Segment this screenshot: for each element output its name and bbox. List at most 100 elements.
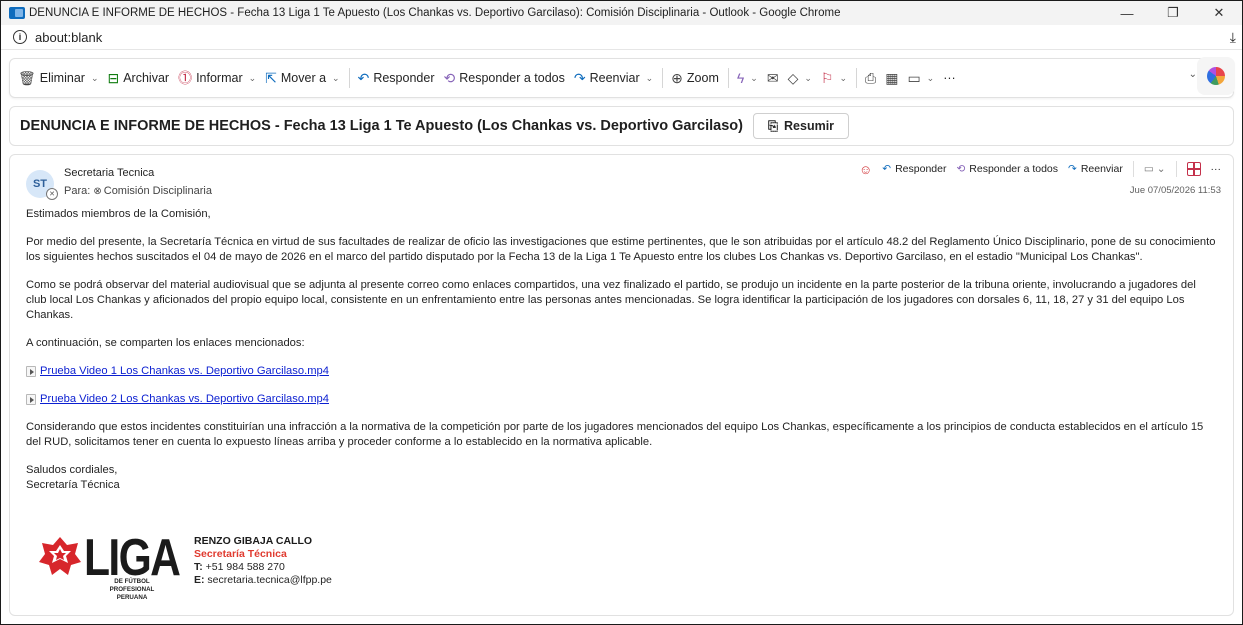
- message-toolbar: 🗑 Eliminar ⌄ ⊟ Archivar ⓵ Informar ⌄ ⇱ M…: [9, 57, 1235, 98]
- sender-name[interactable]: Secretaria Tecnica: [64, 167, 154, 179]
- more-label: ···: [943, 71, 956, 85]
- copilot-icon: [1207, 67, 1225, 85]
- closing: Saludos cordiales,: [26, 464, 118, 476]
- apps-icon[interactable]: [1186, 162, 1201, 176]
- reply-button[interactable]: ↶ Responder: [358, 70, 435, 87]
- greeting: Estimados miembros de la Comisión,: [26, 208, 211, 220]
- expand-ribbon-icon[interactable]: ⌄: [1189, 69, 1197, 80]
- print-icon: ⎙: [865, 69, 877, 86]
- print-button[interactable]: ⎙: [865, 70, 876, 87]
- report-button[interactable]: ⓵ Informar ⌄: [178, 68, 256, 88]
- info-icon[interactable]: i: [13, 30, 27, 44]
- actions-divider: [1175, 161, 1177, 177]
- move-label: Mover a: [280, 71, 327, 85]
- reply-label: Responder: [373, 71, 435, 85]
- immersive-reader-button[interactable]: ▭ ⌄: [907, 70, 934, 87]
- chevron-down-icon[interactable]: ⌄: [91, 73, 99, 84]
- folder-move-icon: ⇱: [265, 69, 277, 86]
- chevron-down-icon[interactable]: ⌄: [249, 73, 257, 84]
- summarize-icon: ⎘: [768, 118, 779, 133]
- forward-label: Reenviar: [589, 71, 640, 85]
- toolbar-divider: [348, 68, 350, 88]
- reply-all-inline-button[interactable]: ⟲ Responder a todos: [956, 163, 1058, 175]
- window-controls: — ❐ ✕: [1104, 1, 1242, 25]
- email-value[interactable]: secretaria.tecnica@lfpp.pe: [207, 574, 331, 586]
- forward-button[interactable]: ↷ Reenviar ⌄: [574, 70, 653, 87]
- signature-name: RENZO GIBAJA CALLO: [194, 535, 313, 547]
- apps-grid-icon: ▦: [885, 69, 899, 86]
- email-subject: DENUNCIA E INFORME DE HECHOS - Fecha 13 …: [20, 118, 743, 134]
- phone-value[interactable]: +51 984 588 270: [206, 561, 285, 573]
- window-title: DENUNCIA E INFORME DE HECHOS - Fecha 13 …: [29, 7, 841, 19]
- move-button[interactable]: ⇱ Mover a ⌄: [265, 70, 339, 87]
- title-bar: DENUNCIA E INFORME DE HECHOS - Fecha 13 …: [1, 1, 1242, 25]
- message-body: Estimados miembros de la Comisión, Por m…: [10, 207, 1233, 493]
- liga-subtitle-line2: PERUANA: [116, 594, 148, 601]
- quick-steps-button[interactable]: ϟ ⌄: [737, 70, 758, 86]
- message-card: ST ✕ Secretaria Tecnica Para: ⊗ Comisión …: [9, 154, 1234, 616]
- email-label: E:: [194, 574, 205, 586]
- chevron-down-icon[interactable]: ⌄: [839, 73, 847, 84]
- url-text[interactable]: about:blank: [35, 30, 102, 45]
- reply-all-icon: ⟲: [443, 69, 456, 86]
- more-options-button[interactable]: ···: [943, 71, 956, 85]
- forward-icon: ↷: [573, 69, 586, 86]
- restore-button[interactable]: ❐: [1150, 1, 1196, 25]
- forward-inline-button[interactable]: ↷ Reenviar: [1068, 163, 1123, 175]
- video-link-2[interactable]: Prueba Video 2 Los Chankas vs. Deportivo…: [26, 392, 1217, 407]
- signature-email: E: secretaria.tecnica@lfpp.pe: [194, 574, 332, 587]
- message-header: ST ✕ Secretaria Tecnica Para: ⊗ Comisión …: [10, 155, 1233, 207]
- archive-button[interactable]: ⊟ Archivar: [107, 70, 169, 87]
- reply-all-label: Responder a todos: [459, 71, 565, 85]
- reply-all-button[interactable]: ⟲ Responder a todos: [443, 70, 564, 87]
- apps-button[interactable]: ▦: [885, 70, 898, 87]
- body-paragraph: Como se podrá observar del material audi…: [26, 279, 1196, 321]
- forward-icon: ↷: [1068, 163, 1077, 175]
- recipient-name[interactable]: Comisión Disciplinaria: [104, 185, 212, 197]
- body-paragraph: Considerando que estos incidentes consti…: [26, 421, 1204, 448]
- chevron-down-icon[interactable]: ⌄: [332, 73, 340, 84]
- archive-icon: ⊟: [107, 69, 120, 86]
- liga-subtitle-line1: DE FÚTBOL PROFESIONAL: [109, 578, 155, 593]
- message-actions: ☺ ↶ Responder ⟲ Responder a todos ↷ Reen…: [859, 161, 1221, 177]
- toolbar-divider: [662, 68, 664, 88]
- envelope-open-icon: ✉: [766, 69, 779, 86]
- delete-label: Eliminar: [39, 71, 85, 85]
- flag-button[interactable]: ⚐ ⌄: [821, 70, 847, 87]
- address-bar[interactable]: i about:blank ⤓: [1, 25, 1242, 50]
- more-actions-button[interactable]: ···: [1211, 163, 1222, 175]
- mark-read-button[interactable]: ✉: [767, 70, 779, 87]
- chevron-down-icon[interactable]: ⌄: [804, 73, 812, 84]
- tag-icon: ◇: [787, 69, 799, 86]
- reaction-icon[interactable]: ☺: [859, 162, 872, 177]
- video-link-2-text[interactable]: Prueba Video 2 Los Chankas vs. Deportivo…: [40, 392, 329, 407]
- lightning-icon: ϟ: [736, 70, 745, 86]
- video-file-icon: [26, 366, 36, 377]
- report-label: Informar: [196, 71, 243, 85]
- minimize-button[interactable]: —: [1104, 1, 1150, 25]
- video-link-1-text[interactable]: Prueba Video 1 Los Chankas vs. Deportivo…: [40, 364, 329, 379]
- video-link-1[interactable]: Prueba Video 1 Los Chankas vs. Deportivo…: [26, 364, 1217, 379]
- chevron-down-icon[interactable]: ⌄: [927, 73, 935, 84]
- phone-label: T:: [194, 561, 203, 573]
- delete-button[interactable]: 🗑 Eliminar ⌄: [18, 70, 98, 87]
- forward-inline-label: Reenviar: [1080, 163, 1123, 175]
- reply-inline-label: Responder: [895, 163, 947, 175]
- reader-options-button[interactable]: ▭ ⌄: [1144, 163, 1166, 175]
- closing-signer: Secretaría Técnica: [26, 479, 120, 491]
- reply-inline-button[interactable]: ↶ Responder: [882, 163, 946, 175]
- close-button[interactable]: ✕: [1196, 1, 1242, 25]
- summarize-button[interactable]: ⎘ Resumir: [753, 113, 850, 139]
- message-timestamp: Jue 07/05/2026 11:53: [1129, 185, 1221, 196]
- to-label: Para:: [64, 185, 91, 197]
- chevron-down-icon[interactable]: ⌄: [646, 73, 654, 84]
- copilot-button[interactable]: [1197, 57, 1235, 95]
- email-signature: LIGA DE FÚTBOL PROFESIONAL PERUANA RENZO…: [38, 529, 332, 614]
- toolbar-divider: [856, 68, 857, 88]
- zoom-label: Zoom: [686, 71, 719, 85]
- chevron-down-icon[interactable]: ⌄: [750, 73, 758, 84]
- zoom-button[interactable]: ⊕ Zoom: [671, 70, 719, 87]
- categorize-button[interactable]: ◇ ⌄: [788, 70, 812, 87]
- body-paragraph: A continuación, se comparten los enlaces…: [26, 337, 305, 349]
- download-icon[interactable]: ⤓: [1230, 29, 1236, 46]
